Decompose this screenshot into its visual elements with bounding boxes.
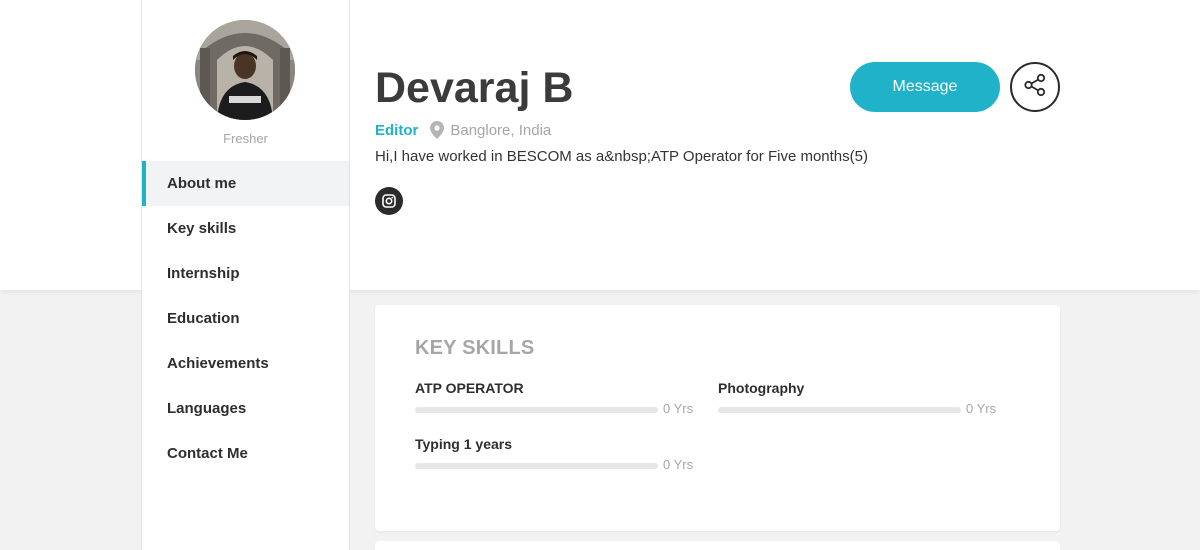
profile-location: Banglore, India [450,121,552,139]
share-icon [1023,73,1047,102]
profile-bio: Hi,I have worked in BESCOM as a&nbsp;ATP… [375,148,868,165]
profile-meta: Editor Banglore, India [375,120,551,140]
skill-name: Photography [718,380,805,396]
skill-years: 0 Yrs [966,401,997,416]
skill-progress-bar [718,407,961,413]
share-button[interactable] [1010,62,1060,112]
sidebar-item-about-me[interactable]: About me [142,161,349,206]
instagram-icon[interactable] [375,187,403,215]
location-pin-icon [430,121,445,139]
sidebar-item-languages[interactable]: Languages [142,386,349,431]
skill-years: 0 Yrs [663,401,694,416]
message-button[interactable]: Message [850,62,1000,112]
sidebar-item-education[interactable]: Education [142,296,349,341]
sidebar-nav: About me Key skills Internship Education… [142,161,349,476]
profile-title: Editor [375,121,419,139]
next-section-card [375,541,1060,550]
key-skills-card: KEY SKILLS ATP OPERATOR 0 Yrs Photograph… [375,305,1060,531]
sidebar-item-contact-me[interactable]: Contact Me [142,431,349,476]
skill-progress-bar [415,463,658,469]
role-label: Fresher [223,131,268,146]
sidebar-item-internship[interactable]: Internship [142,251,349,296]
key-skills-title: KEY SKILLS [415,337,535,359]
profile-sidebar: Fresher About me Key skills Internship E… [141,0,350,550]
skill-progress-bar [415,407,658,413]
sidebar-item-achievements[interactable]: Achievements [142,341,349,386]
sidebar-item-key-skills[interactable]: Key skills [142,206,349,251]
skill-name: Typing 1 years [415,436,513,452]
skill-name: ATP OPERATOR [415,380,524,396]
skill-item: Photography 0 Yrs [718,380,1008,420]
skill-years: 0 Yrs [663,457,694,472]
avatar [195,20,295,120]
skill-item: Typing 1 years 0 Yrs [415,436,705,476]
profile-name: Devaraj B [375,64,574,112]
skill-item: ATP OPERATOR 0 Yrs [415,380,705,420]
